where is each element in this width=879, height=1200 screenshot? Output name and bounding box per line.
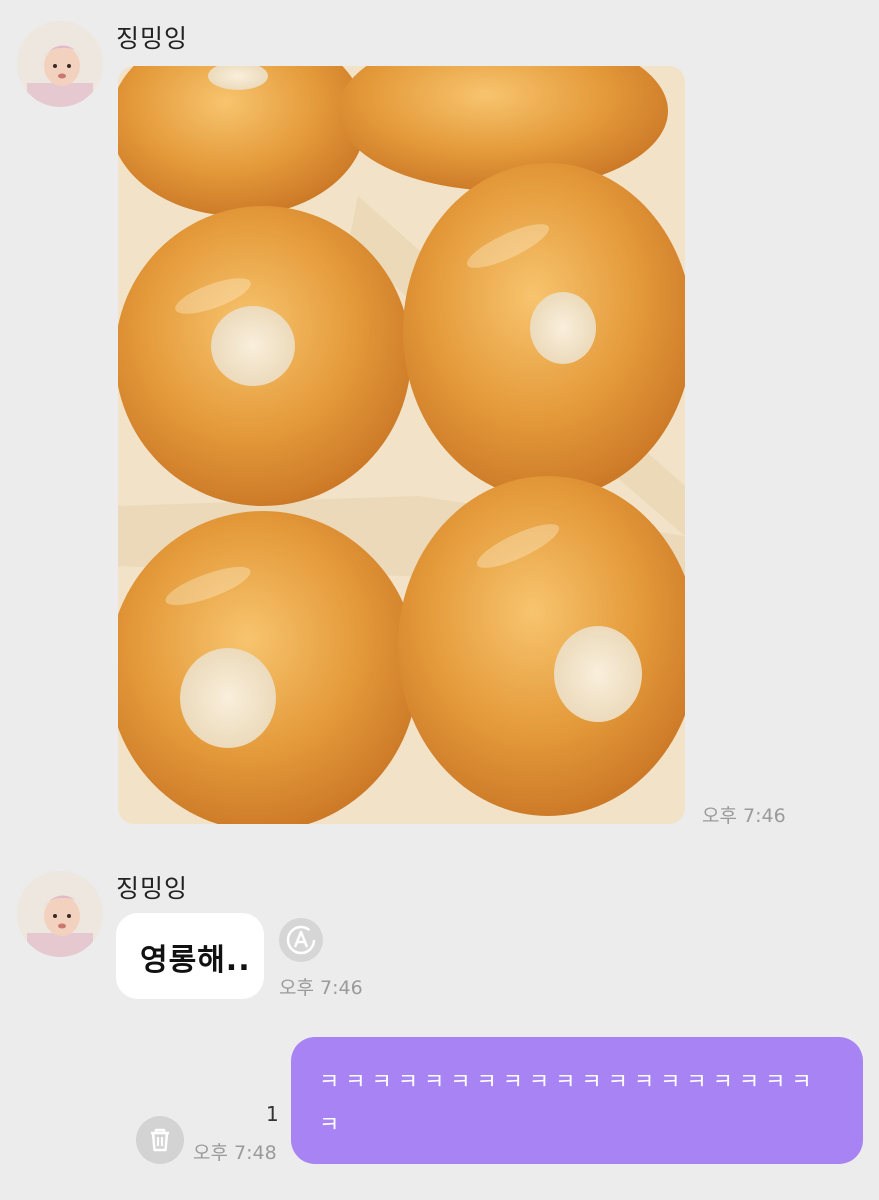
message-timestamp: 오후 7:48 [193, 1142, 277, 1164]
unread-count: 1 [266, 1102, 279, 1126]
incoming-message-bubble[interactable]: 영롱해.. [116, 913, 264, 999]
sender-name: 징밍잉 [116, 24, 189, 53]
message-timestamp: 오후 7:46 [279, 977, 363, 999]
outgoing-message-bubble[interactable]: ㅋㅋㅋㅋㅋㅋㅋㅋㅋㅋㅋㅋㅋㅋㅋㅋㅋㅋㅋㅋ [291, 1037, 863, 1164]
glazed-donuts-photo [118, 66, 685, 824]
message-photo[interactable] [118, 66, 685, 824]
delete-button[interactable] [136, 1116, 184, 1164]
message-text: ㅋㅋㅋㅋㅋㅋㅋㅋㅋㅋㅋㅋㅋㅋㅋㅋㅋㅋㅋㅋ [319, 1070, 818, 1138]
trash-icon [151, 1128, 169, 1152]
avatar-baby-photo [17, 21, 103, 107]
message-text: 영롱해.. [140, 943, 251, 978]
translate-icon [279, 918, 323, 962]
sender-name: 징밍잉 [116, 874, 189, 903]
translate-button[interactable] [278, 917, 324, 963]
avatar-baby-photo [17, 871, 103, 957]
sender-avatar[interactable] [17, 871, 103, 957]
message-timestamp: 오후 7:46 [702, 805, 786, 827]
sender-avatar[interactable] [17, 21, 103, 107]
